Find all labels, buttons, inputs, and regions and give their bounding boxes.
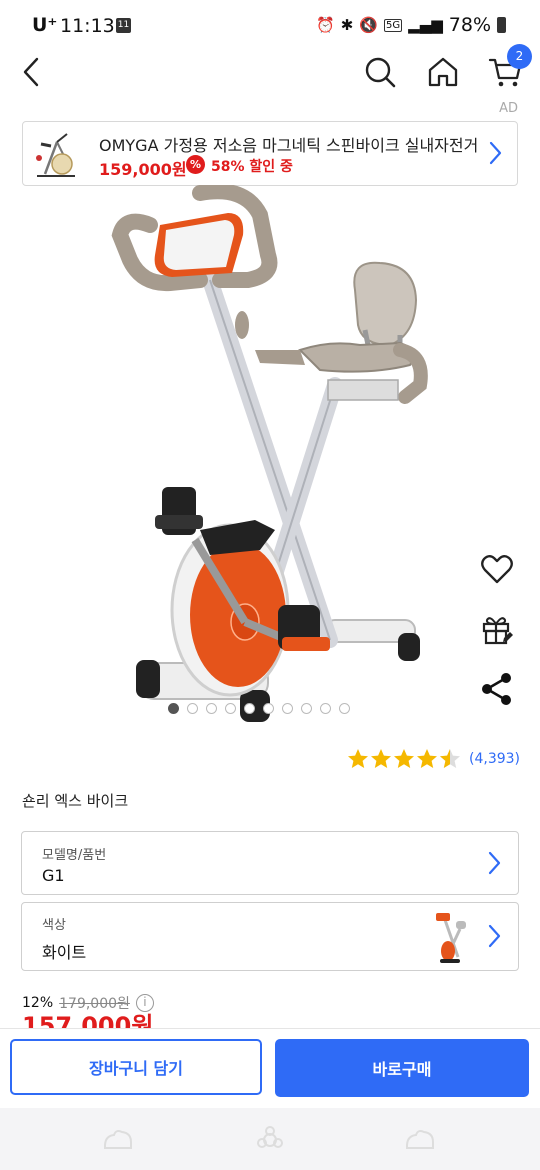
color-option-value: 화이트 — [42, 943, 87, 962]
discount-icon: % — [186, 155, 205, 174]
carousel-dot[interactable] — [187, 703, 198, 714]
ad-product-thumbnail — [36, 133, 75, 177]
chevron-right-icon — [488, 924, 501, 948]
bluetooth-icon: ✱ — [340, 16, 354, 34]
system-nav-bar — [0, 1108, 540, 1170]
star-icon — [440, 749, 460, 768]
top-nav — [0, 52, 540, 96]
back-icon[interactable] — [18, 54, 48, 90]
image-carousel-indicator — [168, 703, 350, 717]
calendar-icon: 11 — [116, 18, 131, 33]
carrier-label: U⁺ — [32, 14, 58, 36]
carousel-dot[interactable] — [282, 703, 293, 714]
star-icon — [371, 749, 391, 768]
price-row: 12% 179,000원 i — [22, 993, 154, 1013]
ad-discount: 58% 할인 중 — [211, 159, 293, 175]
color-option-selector[interactable]: 색상 화이트 — [21, 902, 519, 971]
signal-icon: ▂▄▆ — [408, 16, 443, 34]
sale-price: 157,000원 — [22, 1012, 154, 1028]
carousel-dot[interactable] — [206, 703, 217, 714]
color-option-label: 색상 — [42, 918, 66, 933]
color-option-thumbnail — [436, 913, 466, 963]
buy-now-button[interactable]: 바로구매 — [275, 1039, 529, 1097]
star-icon — [394, 749, 414, 768]
model-option-label: 모델명/품번 — [42, 848, 107, 863]
status-icons: ⏰ ✱ 🔇 5G ▂▄▆ 78% — [316, 14, 506, 36]
nav-left-icon[interactable] — [102, 1126, 134, 1154]
add-to-cart-button[interactable]: 장바구니 담기 — [10, 1039, 262, 1095]
share-icon[interactable] — [478, 670, 516, 708]
heart-icon[interactable] — [478, 550, 516, 588]
carousel-dot[interactable] — [263, 703, 274, 714]
chevron-right-icon — [488, 851, 501, 875]
search-icon[interactable] — [362, 54, 398, 90]
ad-title: OMYGA 가정용 저소음 마그네틱 스핀바이크 실내자전거 — [99, 136, 479, 155]
star-icon — [417, 749, 437, 768]
nav-right-icon[interactable] — [404, 1126, 436, 1154]
ad-label: AD — [499, 101, 518, 116]
ad-price: 159,000원 — [99, 160, 187, 179]
info-icon[interactable]: i — [135, 994, 154, 1012]
star-icon — [348, 749, 368, 768]
discount-rate: 12% — [22, 995, 54, 1011]
alarm-icon: ⏰ — [316, 16, 335, 34]
rating-stars — [347, 748, 461, 770]
nav-home-icon[interactable] — [254, 1126, 286, 1154]
gift-icon[interactable] — [478, 610, 516, 648]
carousel-dot[interactable] — [320, 703, 331, 714]
carousel-dot[interactable] — [225, 703, 236, 714]
status-time: 11:13 — [60, 15, 115, 37]
network-type: 5G — [384, 18, 403, 32]
chevron-right-icon — [489, 141, 502, 165]
battery-percent: 78% — [448, 14, 491, 36]
original-price: 179,000원 — [59, 996, 130, 1012]
cart-count-badge: 2 — [507, 44, 532, 69]
model-option-selector[interactable]: 모델명/품번 G1 — [21, 831, 519, 895]
carousel-dot[interactable] — [168, 703, 179, 714]
product-image[interactable] — [100, 185, 440, 725]
battery-icon — [497, 17, 506, 33]
model-option-value: G1 — [42, 866, 65, 885]
home-icon[interactable] — [425, 54, 461, 90]
ad-banner[interactable]: OMYGA 가정용 저소음 마그네틱 스핀바이크 실내자전거 159,000원 … — [22, 121, 518, 186]
product-name: 숀리 엑스 바이크 — [22, 792, 129, 810]
review-count[interactable]: (4,393) — [469, 751, 520, 767]
mute-icon: 🔇 — [359, 16, 379, 34]
rating[interactable]: (4,393) — [347, 748, 520, 770]
status-bar: U⁺ 11:13 11 ⏰ ✱ 🔇 5G ▂▄▆ 78% — [0, 0, 540, 52]
carousel-dot[interactable] — [339, 703, 350, 714]
carousel-dot[interactable] — [244, 703, 255, 714]
carousel-dot[interactable] — [301, 703, 312, 714]
bottom-action-bar: 장바구니 담기 바로구매 — [0, 1028, 540, 1109]
